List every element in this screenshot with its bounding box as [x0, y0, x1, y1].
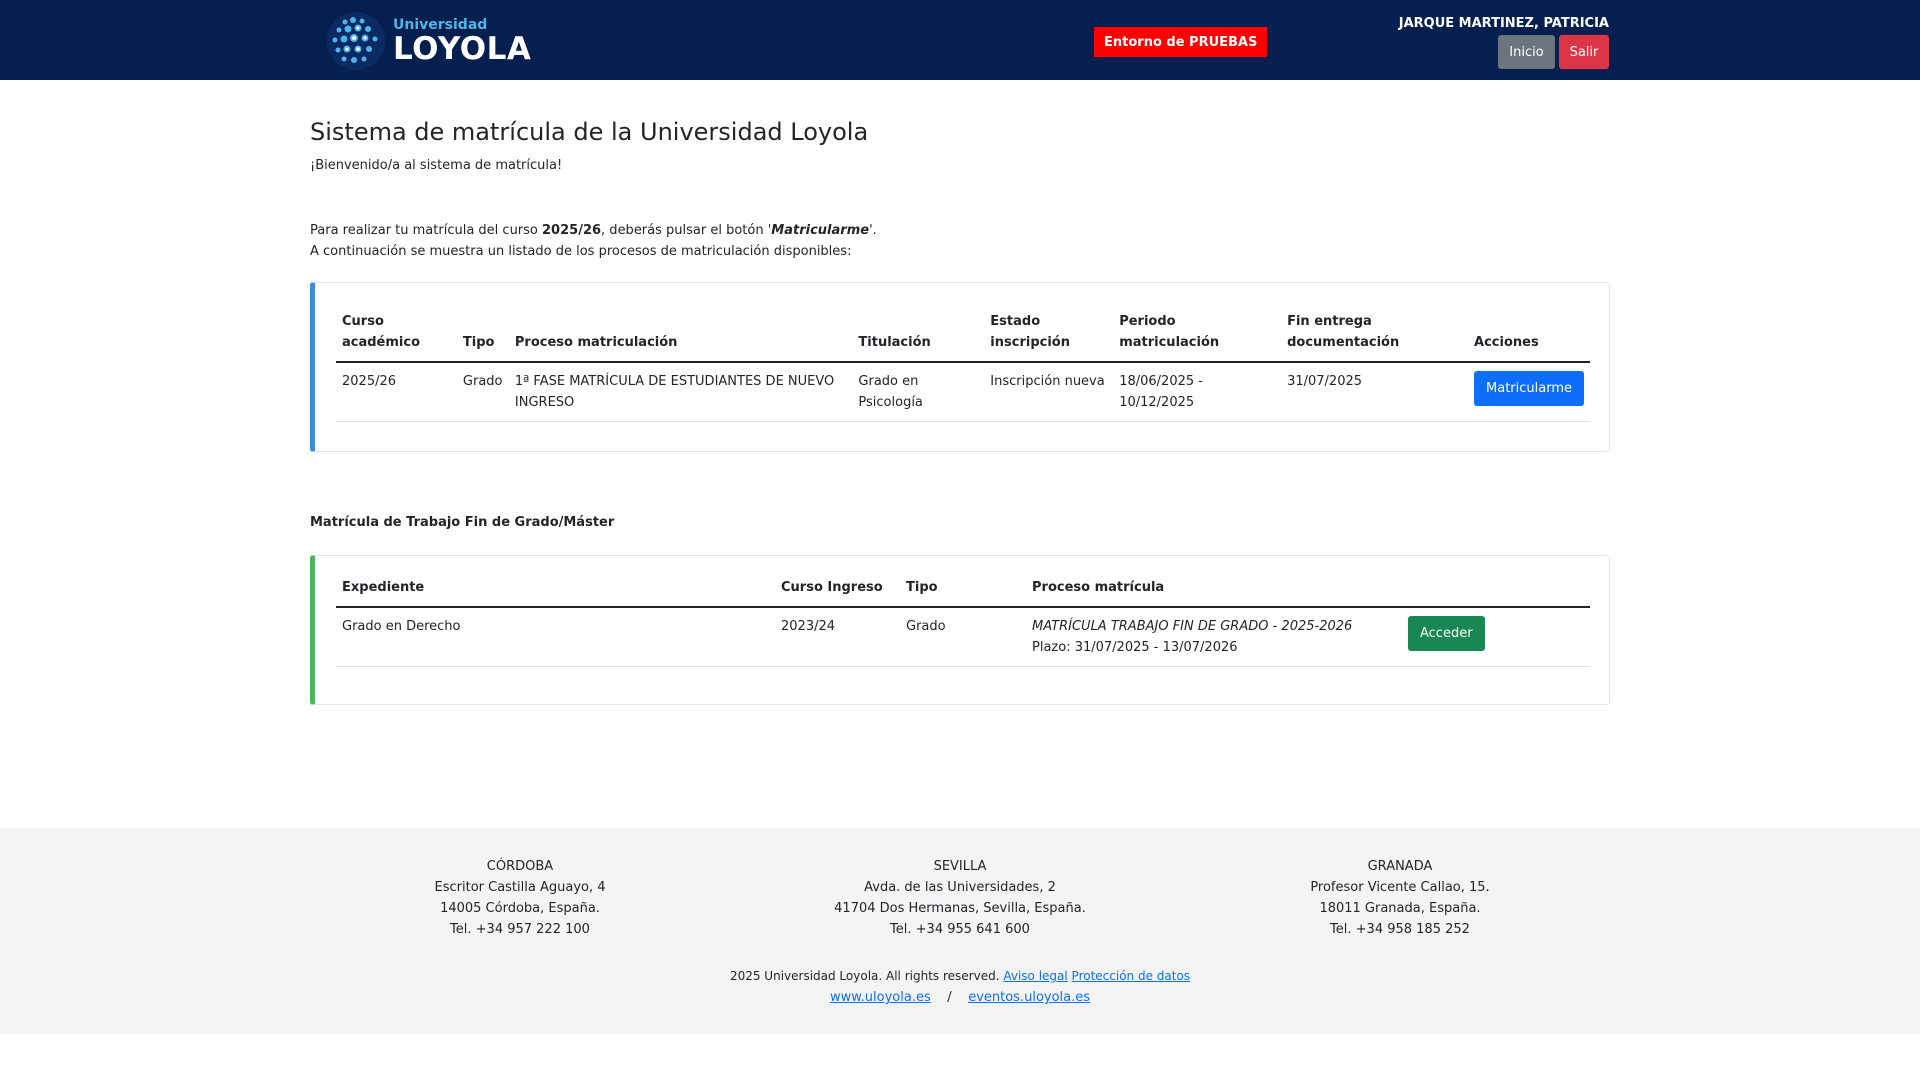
table-row: Grado en Derecho 2023/24 Grado MATRÍCULA…	[336, 607, 1590, 667]
proceso-plazo: Plazo: 31/07/2025 - 13/07/2026	[1032, 640, 1238, 655]
col-acciones: Acciones	[1468, 305, 1590, 363]
table-header-row: Expediente Curso Ingreso Tipo Proceso ma…	[336, 571, 1590, 608]
col-periodo: Periodo matriculación	[1113, 305, 1282, 363]
cell-tipo: Grado	[456, 362, 509, 422]
intro-year: 2025/26	[542, 223, 602, 238]
eventos-link[interactable]: eventos.uloyola.es	[968, 990, 1090, 1005]
office-city: SEVILLA	[933, 859, 987, 874]
col-accion	[1402, 571, 1590, 608]
uloyola-link[interactable]: www.uloyola.es	[830, 990, 931, 1005]
office-tel: Tel. +34 958 185 252	[1330, 922, 1470, 937]
user-name: JARQUE MARTINEZ, PATRICIA	[1398, 16, 1609, 31]
proceso-name: MATRÍCULA TRABAJO FIN DE GRADO - 2025-20…	[1032, 619, 1353, 634]
copyright-text: 2025 Universidad Loyola. All rights rese…	[729, 969, 1000, 983]
cell-proceso: 1ª FASE MATRÍCULA DE ESTUDIANTES DE NUEV…	[508, 362, 853, 422]
cell-curso-ingreso: 2023/24	[775, 607, 900, 667]
intro-line-1: Para realizar tu matrícula del curso 202…	[310, 223, 877, 238]
office-cordoba: CÓRDOBA Escritor Castilla Aguayo, 4 1400…	[370, 856, 670, 940]
logo-small-text: Universidad	[393, 16, 488, 33]
cell-fin-entrega: 31/07/2025	[1281, 362, 1469, 422]
col-estado: Estado inscripción	[984, 305, 1114, 363]
table-header-row: Curso académico Tipo Proceso matriculaci…	[336, 305, 1590, 363]
office-address: Escritor Castilla Aguayo, 4	[434, 880, 606, 895]
logo-wordmark: Universidad LOYOLA	[393, 18, 531, 65]
col-proceso-matricula: Proceso matrícula	[1026, 571, 1402, 608]
col-tipo: Tipo	[456, 305, 509, 363]
salir-button[interactable]: Salir	[1559, 35, 1609, 69]
office-tel: Tel. +34 955 641 600	[890, 922, 1030, 937]
cell-tipo: Grado	[900, 607, 1026, 667]
tfg-section-title: Matrícula de Trabajo Fin de Grado/Máster	[310, 515, 615, 530]
office-postal: 41704 Dos Hermanas, Sevilla, España.	[834, 901, 1086, 916]
office-address: Profesor Vicente Callao, 15.	[1310, 880, 1490, 895]
col-curso-ingreso: Curso Ingreso	[775, 571, 900, 608]
university-logo[interactable]: Universidad LOYOLA	[325, 10, 531, 72]
acceder-button[interactable]: Acceder	[1408, 616, 1485, 651]
matricularme-button[interactable]: Matricularme	[1474, 371, 1584, 406]
page-title: Sistema de matrícula de la Universidad L…	[310, 118, 869, 146]
globe-logo-icon	[327, 12, 385, 70]
intro-button-name: Matricularme	[771, 223, 870, 238]
tfg-table: Expediente Curso Ingreso Tipo Proceso ma…	[336, 571, 1590, 667]
enrollment-processes-table: Curso académico Tipo Proceso matriculaci…	[336, 305, 1590, 422]
cell-accion: Acceder	[1402, 607, 1590, 667]
footer: CÓRDOBA Escritor Castilla Aguayo, 4 1400…	[0, 828, 1920, 1034]
office-tel: Tel. +34 957 222 100	[450, 922, 590, 937]
office-postal: 14005 Córdoba, España.	[440, 901, 600, 916]
intro-text: Para realizar tu matrícula del curso 202…	[310, 220, 877, 262]
proteccion-datos-link[interactable]: Protección de datos	[1072, 969, 1191, 983]
tfg-panel: Expediente Curso Ingreso Tipo Proceso ma…	[310, 555, 1610, 705]
office-granada: GRANADA Profesor Vicente Callao, 15. 180…	[1250, 856, 1550, 940]
aviso-legal-link[interactable]: Aviso legal	[1003, 969, 1067, 983]
top-navbar: Universidad LOYOLA Entorno de PRUEBAS JA…	[0, 0, 1920, 80]
table-row: 2025/26 Grado 1ª FASE MATRÍCULA DE ESTUD…	[336, 362, 1590, 422]
inicio-button[interactable]: Inicio	[1498, 35, 1555, 69]
col-fin-entrega: Fin entrega documentación	[1281, 305, 1469, 363]
cell-proceso-matricula: MATRÍCULA TRABAJO FIN DE GRADO - 2025-20…	[1026, 607, 1402, 667]
office-city: CÓRDOBA	[486, 859, 554, 874]
office-sevilla: SEVILLA Avda. de las Universidades, 2 41…	[810, 856, 1110, 940]
col-curso-academico: Curso académico	[336, 305, 457, 363]
welcome-text: ¡Bienvenido/a al sistema de matrícula!	[310, 158, 563, 173]
cell-acciones: Matricularme	[1468, 362, 1590, 422]
link-separator: /	[947, 990, 952, 1005]
legal-line: 2025 Universidad Loyola. All rights rese…	[0, 966, 1920, 987]
enrollment-processes-panel: Curso académico Tipo Proceso matriculaci…	[310, 282, 1610, 452]
office-address: Avda. de las Universidades, 2	[864, 880, 1056, 895]
logo-big-text: LOYOLA	[393, 30, 532, 67]
cell-periodo: 18/06/2025 - 10/12/2025	[1113, 362, 1282, 422]
footer-links: www.uloyola.es / eventos.uloyola.es	[0, 987, 1920, 1008]
cell-expediente: Grado en Derecho	[336, 607, 775, 667]
intro-line-2: A continuación se muestra un listado de …	[310, 244, 852, 259]
office-city: GRANADA	[1367, 859, 1433, 874]
office-postal: 18011 Granada, España.	[1319, 901, 1481, 916]
col-tipo: Tipo	[900, 571, 1026, 608]
environment-badge: Entorno de PRUEBAS	[1094, 27, 1268, 57]
col-proceso: Proceso matriculación	[508, 305, 853, 363]
cell-titulacion: Grado en Psicología	[852, 362, 985, 422]
cell-estado: Inscripción nueva	[984, 362, 1114, 422]
col-titulacion: Titulación	[852, 305, 985, 363]
cell-curso: 2025/26	[336, 362, 457, 422]
col-expediente: Expediente	[336, 571, 775, 608]
